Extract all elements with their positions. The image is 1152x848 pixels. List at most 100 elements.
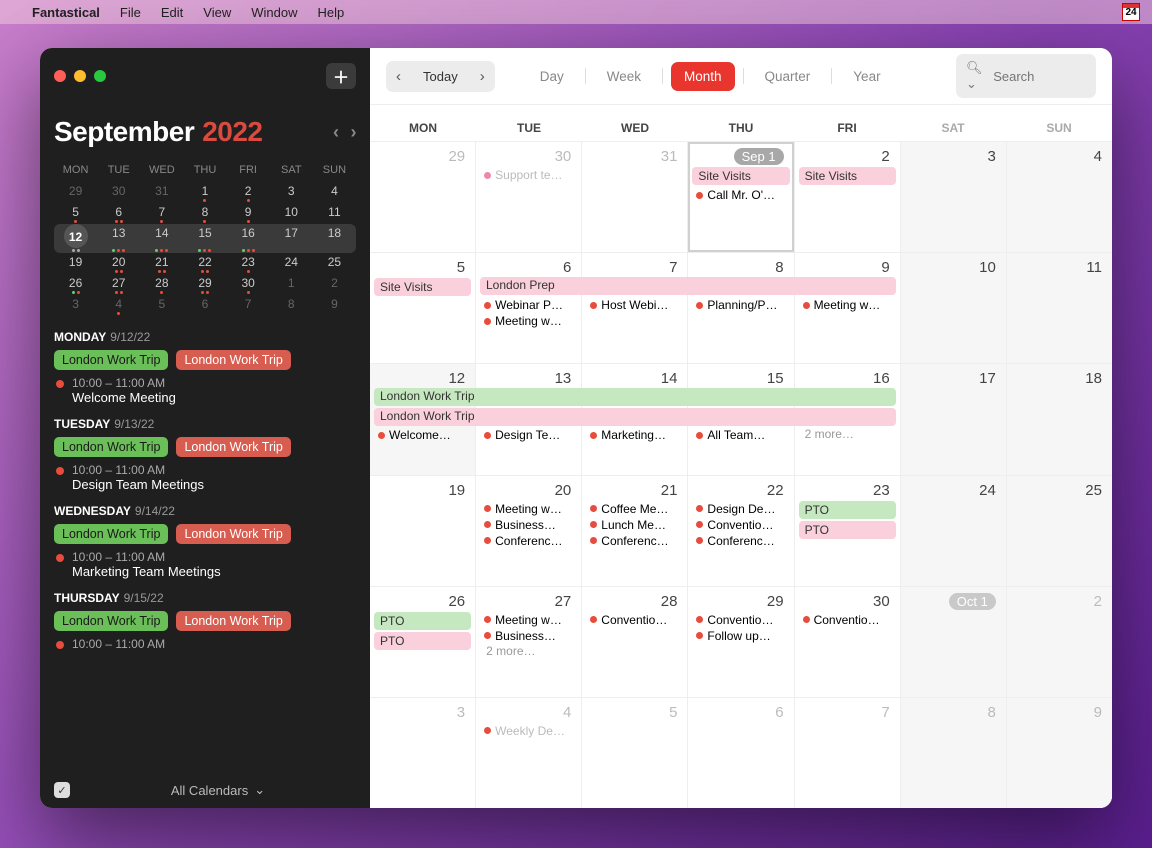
minical-day[interactable]: 28 — [155, 274, 168, 290]
grid-day-cell[interactable]: 10 — [901, 253, 1007, 363]
minical-day[interactable]: 20 — [112, 253, 125, 269]
trip-pill[interactable]: London Work Trip — [54, 350, 168, 370]
menu-window[interactable]: Window — [251, 5, 297, 20]
grid-day-cell[interactable]: 9Meeting w… — [795, 253, 901, 363]
grid-day-cell[interactable]: 8Planning/P… — [688, 253, 794, 363]
grid-day-cell[interactable]: Oct 1 — [901, 587, 1007, 697]
calendar-event[interactable]: Welcome… — [374, 427, 471, 443]
grid-day-cell[interactable]: 6 — [688, 698, 794, 808]
grid-day-cell[interactable]: 31 — [582, 142, 688, 252]
multi-day-event[interactable]: London Prep — [480, 277, 896, 295]
calendar-event[interactable]: Planning/P… — [692, 297, 789, 313]
search-field[interactable]: 🔍︎⌄ — [956, 54, 1096, 98]
minical-day[interactable]: 21 — [155, 253, 168, 269]
grid-day-cell[interactable]: 5Site Visits — [370, 253, 476, 363]
calendar-event[interactable]: Design De… — [692, 501, 789, 517]
grid-day-cell[interactable]: 28Conventio… — [582, 587, 688, 697]
mini-calendar[interactable]: MONTUEWEDTHUFRISATSUN2930311234567891011… — [54, 162, 356, 316]
calendar-event[interactable]: Conventio… — [692, 517, 789, 533]
minical-day[interactable]: 27 — [112, 274, 125, 290]
calendar-event[interactable]: Meeting w… — [480, 313, 577, 329]
agenda-event[interactable]: 10:00 – 11:00 AMMarketing Team Meetings — [54, 550, 356, 579]
add-event-button[interactable]: ＋ — [326, 63, 356, 89]
agenda-event[interactable]: 10:00 – 11:00 AM — [54, 637, 356, 651]
trip-pill[interactable]: London Work Trip — [176, 350, 290, 370]
minical-day[interactable]: 9 — [331, 295, 338, 316]
minical-day[interactable]: 30 — [112, 182, 125, 203]
grid-day-cell[interactable]: 4 — [1007, 142, 1112, 252]
grid-day-cell[interactable]: 17 — [901, 364, 1007, 474]
minical-day[interactable]: 4 — [115, 295, 122, 311]
prev-period-button[interactable]: ‹ — [386, 61, 411, 92]
next-month-button[interactable]: › — [351, 122, 357, 143]
calendar-event[interactable]: Conventio… — [692, 612, 789, 628]
close-button[interactable] — [54, 70, 66, 82]
minical-day[interactable]: 26 — [69, 274, 82, 290]
trip-pill[interactable]: London Work Trip — [176, 611, 290, 631]
calendar-event[interactable]: Conferenc… — [692, 533, 789, 549]
calendar-event[interactable]: All Team… — [692, 427, 789, 443]
grid-day-cell[interactable]: 7 — [795, 698, 901, 808]
calendar-event[interactable]: PTO — [799, 521, 896, 539]
minical-day[interactable]: 11 — [328, 203, 340, 224]
grid-day-cell[interactable]: 11 — [1007, 253, 1112, 363]
minical-day[interactable]: 5 — [159, 295, 166, 316]
agenda-event[interactable]: 10:00 – 11:00 AMDesign Team Meetings — [54, 463, 356, 492]
grid-day-cell[interactable]: 7Host Webi… — [582, 253, 688, 363]
minical-day[interactable]: 29 — [69, 182, 82, 203]
minical-day[interactable]: 2 — [331, 274, 338, 295]
calendar-event[interactable]: Site Visits — [692, 167, 789, 185]
minical-day[interactable]: 6 — [202, 295, 209, 316]
calendar-selector[interactable]: All Calendars ⌄ — [171, 782, 265, 798]
trip-pill[interactable]: London Work Trip — [176, 524, 290, 544]
more-events-link[interactable]: 2 more… — [799, 427, 896, 441]
multi-day-event[interactable]: London Work Trip — [374, 408, 896, 426]
multi-day-event[interactable]: London Work Trip — [374, 388, 896, 406]
grid-day-cell[interactable]: 30Support te… — [476, 142, 582, 252]
view-tab-year[interactable]: Year — [840, 62, 893, 91]
grid-day-cell[interactable]: 8 — [901, 698, 1007, 808]
calendar-event[interactable]: Conventio… — [799, 612, 896, 628]
prev-month-button[interactable]: ‹ — [333, 122, 339, 143]
minical-day[interactable]: 2 — [245, 182, 252, 198]
calendar-event[interactable]: Coffee Me… — [586, 501, 683, 517]
agenda-event[interactable]: 10:00 – 11:00 AMWelcome Meeting — [54, 376, 356, 405]
grid-day-cell[interactable]: 19 — [370, 476, 476, 586]
grid-day-cell[interactable]: 3 — [901, 142, 1007, 252]
calendar-event[interactable]: Marketing… — [586, 427, 683, 443]
grid-day-cell[interactable]: 26PTOPTO — [370, 587, 476, 697]
calendar-event[interactable]: Follow up… — [692, 628, 789, 644]
calendar-event[interactable]: Call Mr. O'… — [692, 187, 789, 203]
search-input[interactable] — [993, 69, 1086, 84]
grid-day-cell[interactable]: 4Weekly De… — [476, 698, 582, 808]
minical-day[interactable]: 29 — [198, 274, 211, 290]
calendar-event[interactable]: Design Te… — [480, 427, 577, 443]
minical-day[interactable]: 4 — [331, 182, 338, 203]
minical-day[interactable]: 3 — [72, 295, 79, 316]
minical-day[interactable]: 16 — [241, 224, 254, 248]
calendar-event[interactable]: Conventio… — [586, 612, 683, 628]
grid-day-cell[interactable]: 25 — [1007, 476, 1112, 586]
menu-file[interactable]: File — [120, 5, 141, 20]
minical-day[interactable]: 14 — [155, 224, 168, 248]
calendar-event[interactable]: PTO — [374, 612, 471, 630]
today-button[interactable]: Today — [411, 61, 470, 92]
minical-day[interactable]: 8 — [288, 295, 295, 316]
more-events-link[interactable]: 2 more… — [480, 644, 577, 658]
menu-edit[interactable]: Edit — [161, 5, 183, 20]
grid-day-cell[interactable]: 27Meeting w…Business…2 more… — [476, 587, 582, 697]
view-tab-month[interactable]: Month — [671, 62, 735, 91]
menu-help[interactable]: Help — [317, 5, 344, 20]
calendar-event[interactable]: Site Visits — [374, 278, 471, 296]
grid-day-cell[interactable]: 30Conventio… — [795, 587, 901, 697]
minical-day[interactable]: 31 — [155, 182, 168, 203]
calendar-event[interactable]: Meeting w… — [480, 501, 577, 517]
menubar-calendar-icon[interactable]: 24 — [1122, 3, 1140, 21]
minical-day[interactable]: 6 — [115, 203, 122, 219]
trip-pill[interactable]: London Work Trip — [54, 524, 168, 544]
grid-day-cell[interactable]: 5 — [582, 698, 688, 808]
grid-day-cell[interactable]: 20Meeting w…Business…Conferenc… — [476, 476, 582, 586]
minical-day[interactable]: 12 — [64, 224, 88, 248]
minical-day[interactable]: 22 — [198, 253, 211, 269]
minical-day[interactable]: 10 — [285, 203, 298, 224]
